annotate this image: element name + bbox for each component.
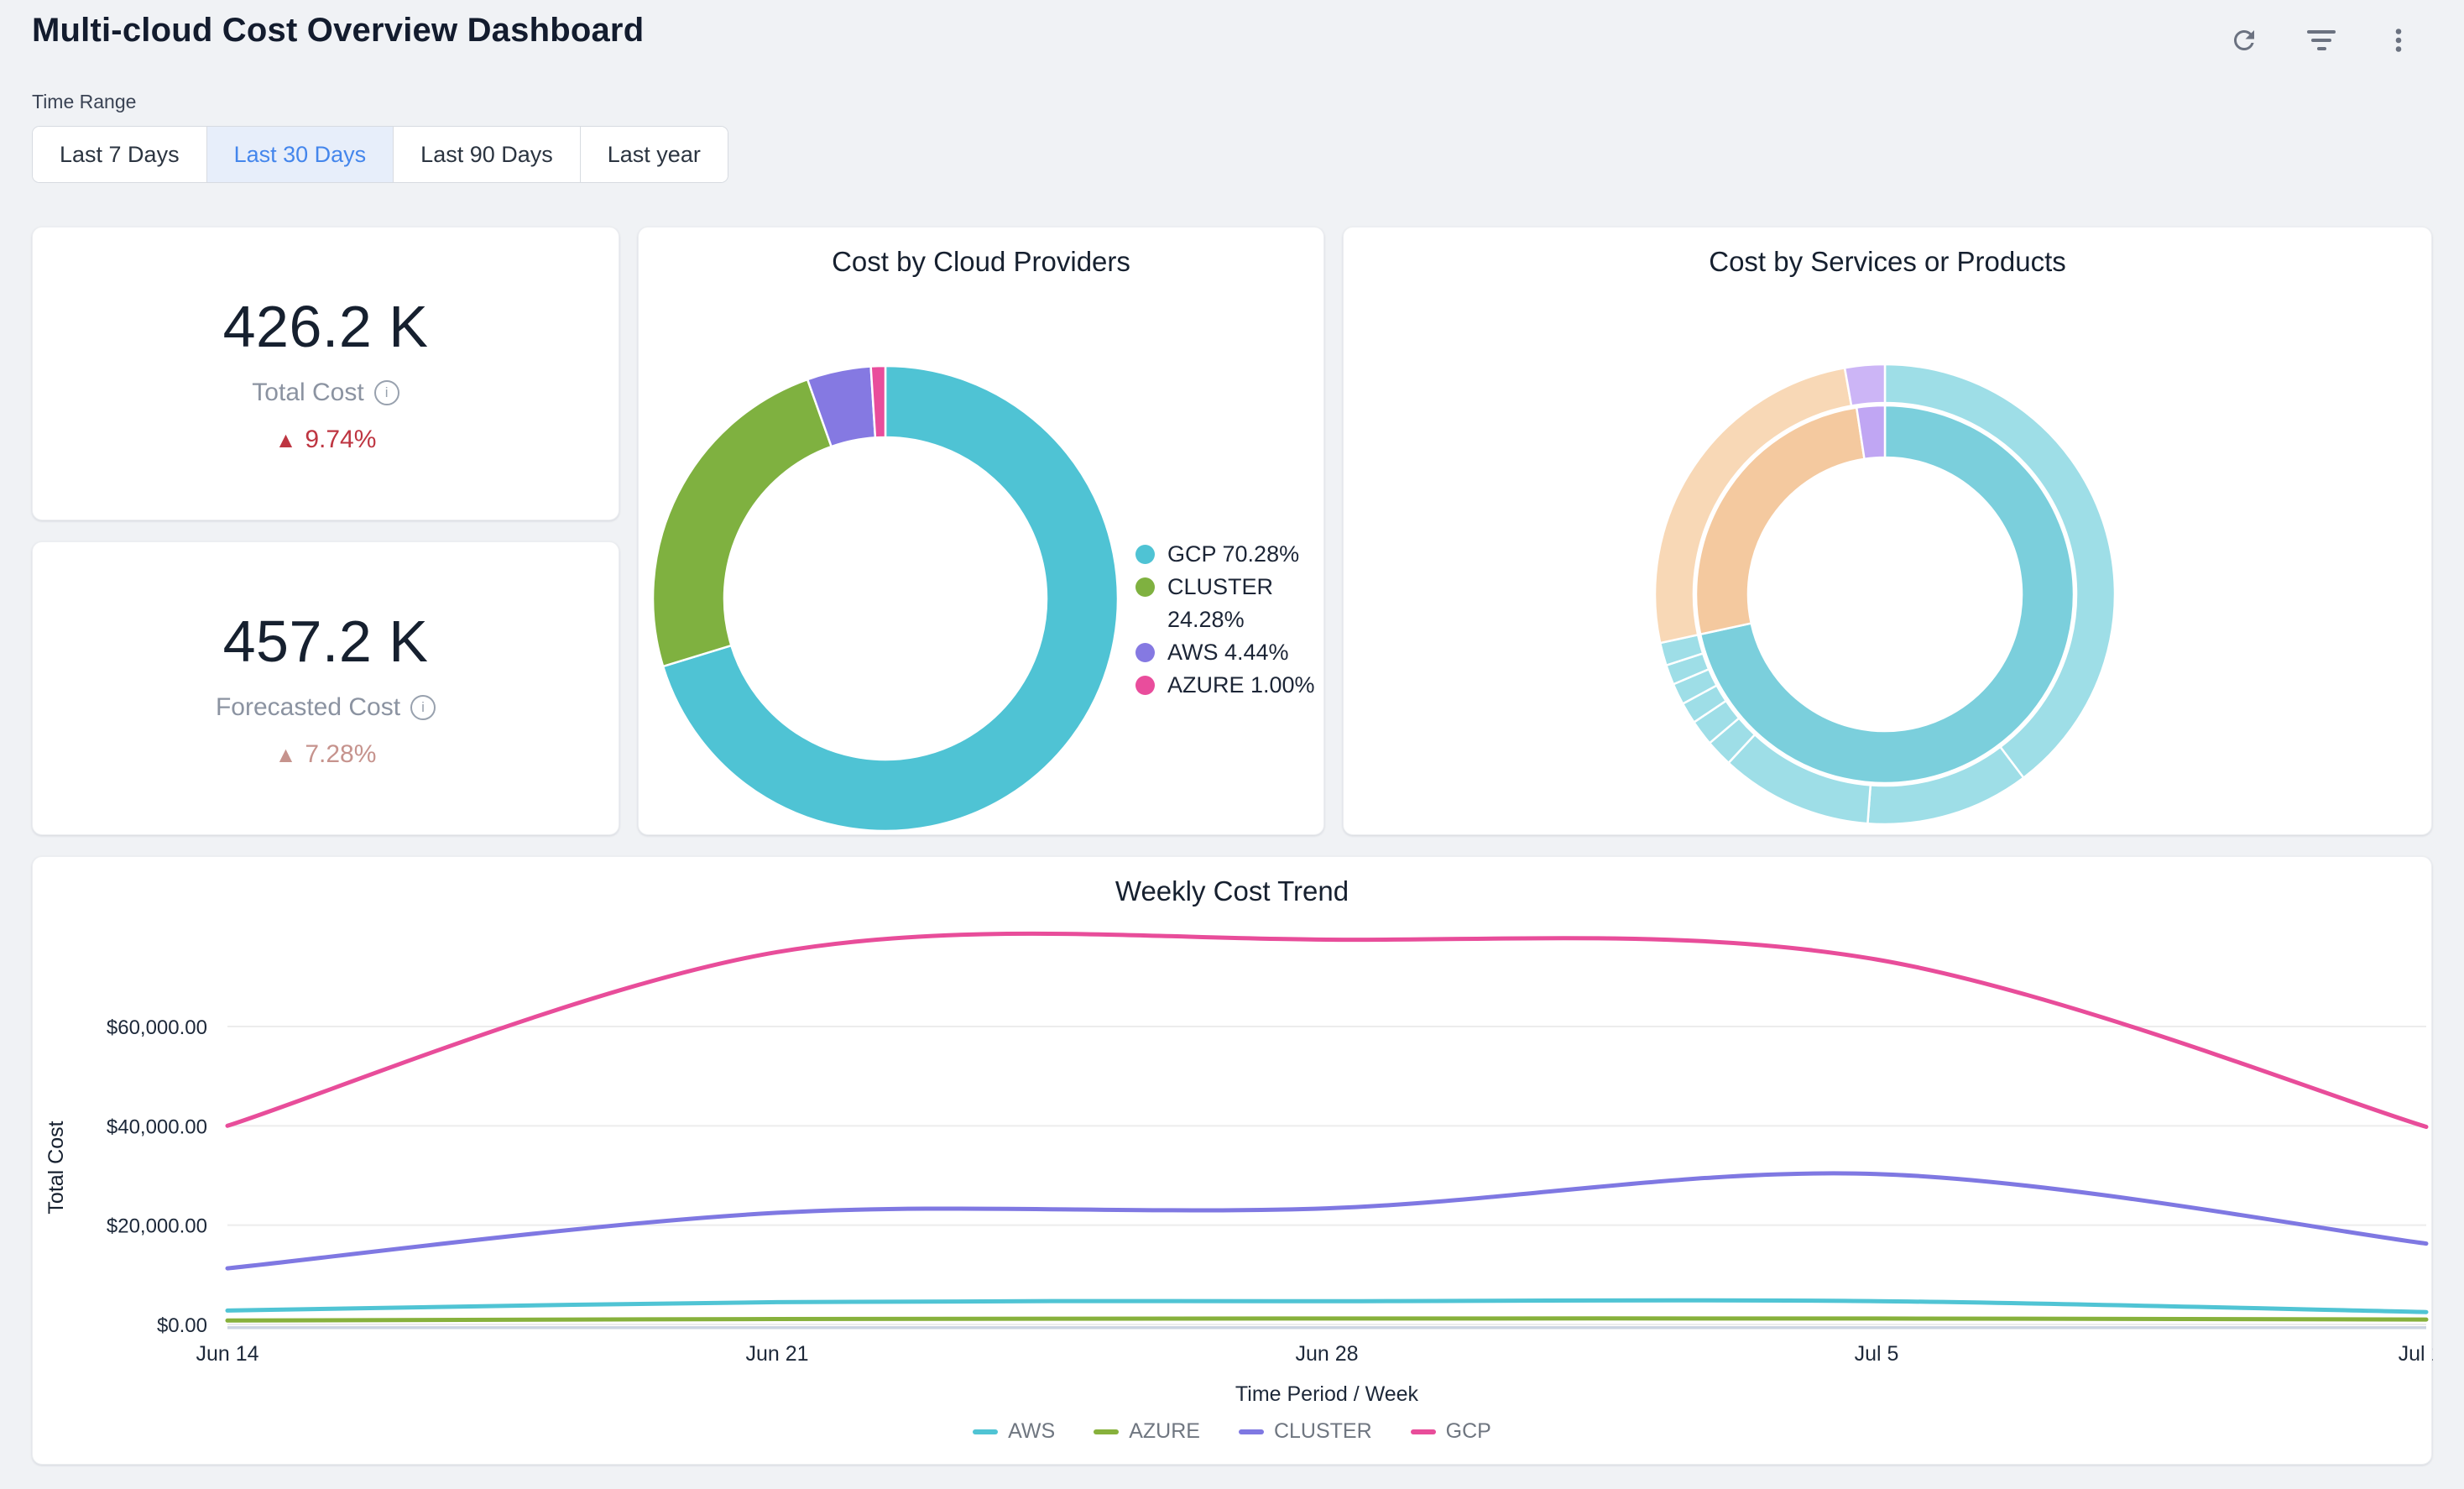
legend-dash-icon: [1239, 1429, 1264, 1434]
y-tick-label: $60,000.00: [107, 1016, 207, 1039]
trend-legend: AWS AZURE CLUSTER GCP: [33, 1419, 2431, 1444]
legend-dot-icon: [1135, 676, 1155, 695]
legend-item-GCP[interactable]: GCP 70.28%: [1135, 538, 1324, 571]
time-range-last-30-days[interactable]: Last 30 Days: [207, 127, 394, 182]
delta-text: 9.74%: [305, 426, 376, 454]
legend-label: GCP: [1446, 1419, 1491, 1444]
trend-legend-item-GCP[interactable]: GCP: [1411, 1419, 1491, 1444]
weekly-cost-trend-panel: Weekly Cost Trend $0.00$20,000.00$40,000…: [32, 856, 2432, 1465]
trend-line-GCP[interactable]: [227, 933, 2426, 1126]
header-actions: [2226, 22, 2417, 59]
filter-button[interactable]: [2303, 22, 2340, 59]
trend-line-CLUSTER[interactable]: [227, 1173, 2426, 1268]
legend-dot-icon: [1135, 643, 1155, 662]
x-tick-label: Jun 28: [1295, 1342, 1358, 1366]
chart-canvas: $0.00 $20,000.00 $40,000.00 $60,000.00 Jun 1…: [33, 857, 2433, 1465]
y-axis-title: Total Cost: [44, 1121, 68, 1214]
legend-label: AZURE: [1129, 1419, 1200, 1444]
x-tick-label: Jun 14: [196, 1342, 258, 1366]
forecasted-cost-kpi-card: 457.2 K Forecasted Cost i ▲ 7.28%: [32, 541, 619, 835]
cost-by-services-panel: Cost by Services or Products: [1343, 227, 2432, 835]
total-cost-kpi-card: 426.2 K Total Cost i ▲ 9.74%: [32, 227, 619, 520]
x-axis-line: [227, 1326, 2426, 1330]
y-tick-label: $0.00: [157, 1314, 207, 1337]
providers-donut-legend: GCP 70.28%CLUSTER 24.28%AWS 4.44%AZURE 1…: [1135, 538, 1324, 702]
info-icon[interactable]: i: [410, 695, 436, 720]
time-range-last-7-days[interactable]: Last 7 Days: [33, 127, 207, 182]
y-tick-label: $40,000.00: [107, 1115, 207, 1138]
forecasted-cost-value: 457.2 K: [223, 608, 429, 675]
legend-label: AZURE 1.00%: [1167, 669, 1315, 702]
cost-by-cloud-providers-panel: Cost by Cloud Providers GCP 70.28%CLUSTE…: [638, 227, 1324, 835]
filter-list-icon: [2307, 30, 2336, 50]
x-tick-label: Jun 21: [745, 1342, 808, 1366]
up-triangle-icon: ▲: [275, 427, 297, 453]
total-cost-value: 426.2 K: [223, 293, 429, 360]
x-axis-title: Time Period / Week: [1235, 1382, 1419, 1406]
legend-label: CLUSTER 24.28%: [1167, 571, 1324, 636]
refresh-icon: [2229, 25, 2259, 55]
legend-dot-icon: [1135, 577, 1155, 597]
info-icon[interactable]: i: [374, 380, 399, 405]
legend-label: GCP 70.28%: [1167, 538, 1299, 571]
trend-line-AZURE[interactable]: [227, 1319, 2426, 1321]
donut-slice-CLUSTER[interactable]: [653, 379, 832, 666]
x-tick-label: Jul 5: [1855, 1342, 1899, 1366]
forecasted-cost-delta: ▲ 7.28%: [275, 740, 377, 769]
up-triangle-icon: ▲: [275, 742, 297, 768]
trend-legend-item-CLUSTER[interactable]: CLUSTER: [1239, 1419, 1372, 1444]
legend-label: AWS: [1008, 1419, 1055, 1444]
sunburst-outer-segment-11[interactable]: [1845, 364, 1885, 406]
legend-item-AZURE[interactable]: AZURE 1.00%: [1135, 669, 1324, 702]
page-title: Multi-cloud Cost Overview Dashboard: [32, 12, 644, 50]
delta-text: 7.28%: [305, 740, 376, 769]
kebab-menu-icon: [2383, 25, 2414, 55]
legend-dash-icon: [973, 1429, 998, 1434]
time-range-label: Time Range: [32, 91, 136, 113]
trend-legend-item-AZURE[interactable]: AZURE: [1094, 1419, 1200, 1444]
total-cost-delta: ▲ 9.74%: [275, 426, 377, 454]
time-range-last-year[interactable]: Last year: [581, 127, 728, 182]
legend-item-AWS[interactable]: AWS 4.44%: [1135, 636, 1324, 669]
kpi-label-text: Total Cost: [252, 379, 363, 407]
legend-dash-icon: [1094, 1429, 1119, 1434]
chart-canvas: [639, 227, 1325, 836]
time-range-group: Last 7 Days Last 30 Days Last 90 Days La…: [32, 126, 728, 183]
legend-dash-icon: [1411, 1429, 1436, 1434]
trend-line-AWS[interactable]: [227, 1300, 2426, 1312]
forecasted-cost-label: Forecasted Cost i: [216, 693, 436, 722]
legend-label: CLUSTER: [1274, 1419, 1372, 1444]
x-tick-label: Jul 12: [2399, 1342, 2433, 1366]
legend-item-CLUSTER[interactable]: CLUSTER 24.28%: [1135, 571, 1324, 636]
more-options-button[interactable]: [2380, 22, 2417, 59]
total-cost-label: Total Cost i: [252, 379, 399, 407]
chart-canvas: [1344, 227, 2433, 836]
trend-legend-item-AWS[interactable]: AWS: [973, 1419, 1055, 1444]
time-range-last-90-days[interactable]: Last 90 Days: [394, 127, 581, 182]
legend-dot-icon: [1135, 545, 1155, 564]
legend-label: AWS 4.44%: [1167, 636, 1289, 669]
kpi-label-text: Forecasted Cost: [216, 693, 400, 722]
refresh-button[interactable]: [2226, 22, 2263, 59]
y-tick-label: $20,000.00: [107, 1215, 207, 1238]
